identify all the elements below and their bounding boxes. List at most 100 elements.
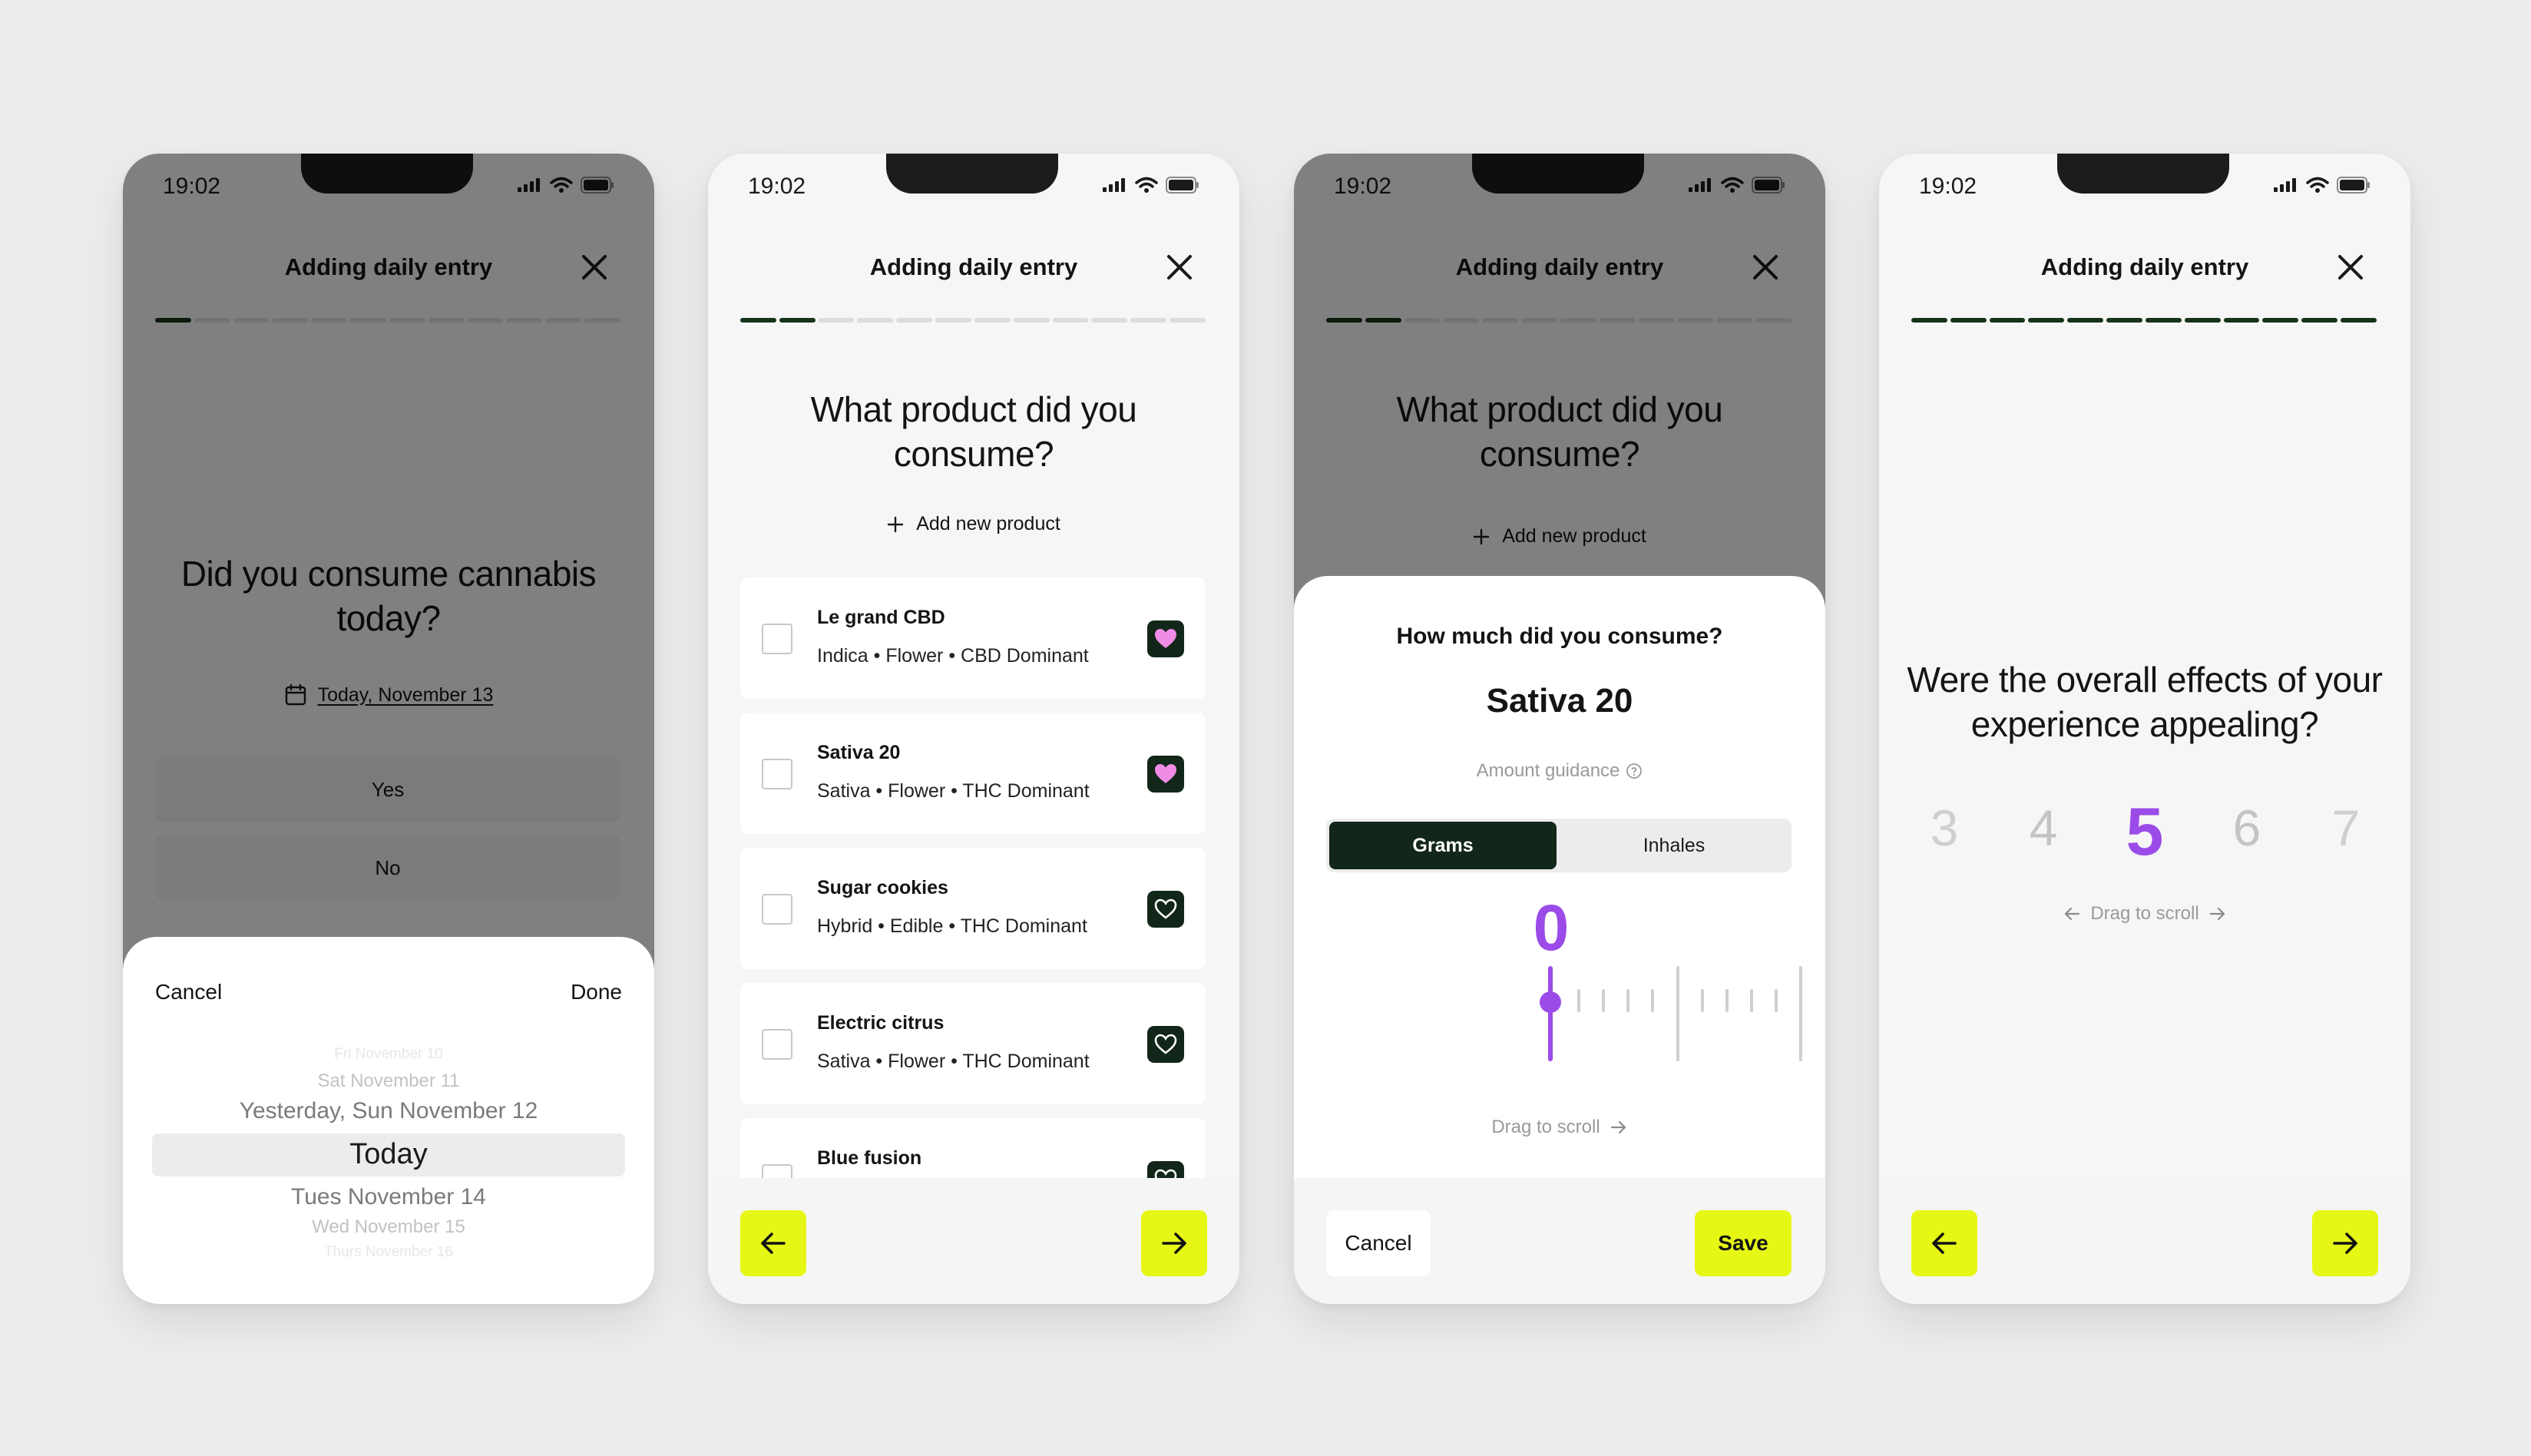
product-card[interactable]: Sativa 20 Sativa • Flower • THC Dominant — [740, 713, 1206, 834]
product-card[interactable]: Sugar cookies Hybrid • Edible • THC Domi… — [740, 848, 1206, 969]
picker-item[interactable]: Fri November 10 — [123, 1046, 654, 1063]
product-checkbox[interactable] — [762, 1029, 792, 1060]
sheet-title: How much did you consume? — [1396, 624, 1723, 649]
wifi-icon — [1135, 177, 1158, 193]
picker-item[interactable]: Yesterday, Sun November 12 — [123, 1098, 654, 1124]
product-checkbox[interactable] — [762, 624, 792, 654]
status-icons — [2274, 177, 2371, 194]
progress-segment — [974, 318, 1011, 323]
amount-guidance-link[interactable]: Amount guidance — [1294, 760, 1825, 782]
picker-cancel-button[interactable]: Cancel — [155, 980, 222, 1004]
progress-bar — [740, 318, 1206, 323]
product-card[interactable]: Electric citrus Sativa • Flower • THC Do… — [740, 983, 1206, 1104]
progress-segment — [2223, 318, 2260, 323]
rating-scale[interactable]: 3 4 5 6 7 — [1879, 793, 2410, 869]
ruler-tick — [1651, 989, 1654, 1012]
favorite-button[interactable] — [1147, 1026, 1184, 1063]
arrow-left-icon — [1932, 1233, 1957, 1254]
arrow-right-icon — [2209, 907, 2225, 921]
progress-segment — [2301, 318, 2338, 323]
question-title: Were the overall effects of your experie… — [1907, 660, 2383, 744]
product-list: Le grand CBD Indica • Flower • CBD Domin… — [708, 576, 1239, 1178]
progress-segment — [2184, 318, 2221, 323]
phone-screen-products: 19:02 Adding daily entry What product di… — [708, 154, 1239, 1304]
close-icon[interactable] — [1163, 250, 1196, 284]
drag-hint: Drag to scroll — [1294, 1117, 1825, 1138]
picker-item[interactable]: Tues November 14 — [123, 1184, 654, 1210]
rating-option-selected[interactable]: 5 — [2106, 793, 2183, 871]
drag-hint-label: Drag to scroll — [1491, 1117, 1600, 1137]
favorite-button[interactable] — [1147, 756, 1184, 793]
back-button[interactable] — [1911, 1210, 1977, 1276]
progress-segment — [2262, 318, 2299, 323]
help-circle-icon — [1626, 763, 1643, 779]
progress-bar — [1911, 318, 2377, 323]
product-card[interactable]: Le grand CBD Indica • Flower • CBD Domin… — [740, 577, 1206, 699]
ruler-tick-major — [1799, 966, 1802, 1061]
product-name: Blue fusion — [817, 1147, 922, 1169]
favorite-button[interactable] — [1147, 620, 1184, 657]
picker-item[interactable]: Wed November 15 — [123, 1216, 654, 1238]
save-button[interactable]: Save — [1695, 1210, 1792, 1276]
progress-segment — [896, 318, 933, 323]
add-product-label: Add new product — [916, 513, 1060, 534]
back-button[interactable] — [740, 1210, 806, 1276]
product-card[interactable]: Blue fusion — [740, 1118, 1206, 1178]
rating-option[interactable]: 3 — [1911, 799, 1977, 857]
next-button[interactable] — [1141, 1210, 1207, 1276]
product-checkbox[interactable] — [762, 759, 792, 789]
status-time: 19:02 — [1919, 174, 1977, 199]
progress-segment — [740, 318, 776, 323]
ruler-tick — [1701, 989, 1704, 1012]
sheet-actions: Cancel Save — [1294, 1178, 1825, 1304]
tab-grams[interactable]: Grams — [1329, 822, 1557, 869]
progress-segment — [2106, 318, 2142, 323]
signal-icon — [2274, 178, 2296, 192]
progress-segment — [1170, 318, 1206, 323]
ruler-handle[interactable] — [1540, 991, 1561, 1013]
arrow-left-icon — [761, 1233, 786, 1254]
tab-inhales[interactable]: Inhales — [1560, 822, 1788, 869]
heart-icon — [1155, 629, 1176, 648]
product-name: Le grand CBD — [817, 607, 945, 628]
cancel-button[interactable]: Cancel — [1326, 1210, 1431, 1276]
header-title: Adding daily entry — [869, 253, 1078, 280]
progress-segment — [1091, 318, 1128, 323]
amount-sheet: How much did you consume? Sativa 20 Amou… — [1294, 576, 1825, 1304]
notch — [886, 154, 1058, 194]
progress-segment — [1130, 318, 1167, 323]
progress-segment — [2028, 318, 2065, 323]
product-checkbox[interactable] — [762, 1164, 792, 1178]
ruler-tick — [1725, 989, 1729, 1012]
drag-hint: Drag to scroll — [1879, 903, 2410, 925]
heart-outline-icon — [1154, 1034, 1177, 1054]
amount-ruler[interactable] — [1294, 966, 1825, 1089]
picker-done-button[interactable]: Done — [571, 980, 622, 1004]
favorite-button[interactable] — [1147, 891, 1184, 928]
rating-option[interactable]: 6 — [2214, 799, 2280, 857]
rating-option[interactable]: 4 — [2010, 799, 2076, 857]
status-time: 19:02 — [748, 174, 806, 199]
product-name: Sativa 20 — [1486, 682, 1633, 720]
product-meta: Sativa • Flower • THC Dominant — [817, 1051, 1090, 1072]
product-meta: Sativa • Flower • THC Dominant — [817, 780, 1090, 802]
picker-item-selected[interactable]: Today — [123, 1138, 654, 1171]
plus-icon — [887, 516, 904, 532]
arrow-right-icon — [2333, 1233, 2357, 1254]
signal-icon — [1103, 178, 1125, 192]
progress-segment — [2145, 318, 2182, 323]
progress-segment — [1950, 318, 1987, 323]
next-button[interactable] — [2312, 1210, 2378, 1276]
picker-item[interactable]: Thurs November 16 — [123, 1244, 654, 1261]
heart-outline-icon — [1154, 1169, 1177, 1178]
ruler-tick — [1602, 989, 1605, 1012]
date-picker-sheet: Cancel Done Fri November 10 Sat November… — [123, 937, 654, 1304]
product-checkbox[interactable] — [762, 894, 792, 925]
rating-option[interactable]: 7 — [2313, 799, 2379, 857]
question-title: What product did you consume? — [810, 389, 1137, 474]
status-icons — [1103, 177, 1199, 194]
picker-item[interactable]: Sat November 11 — [123, 1070, 654, 1092]
close-icon[interactable] — [2334, 250, 2367, 284]
favorite-button[interactable] — [1147, 1161, 1184, 1178]
add-product-button[interactable]: Add new product — [708, 513, 1239, 535]
